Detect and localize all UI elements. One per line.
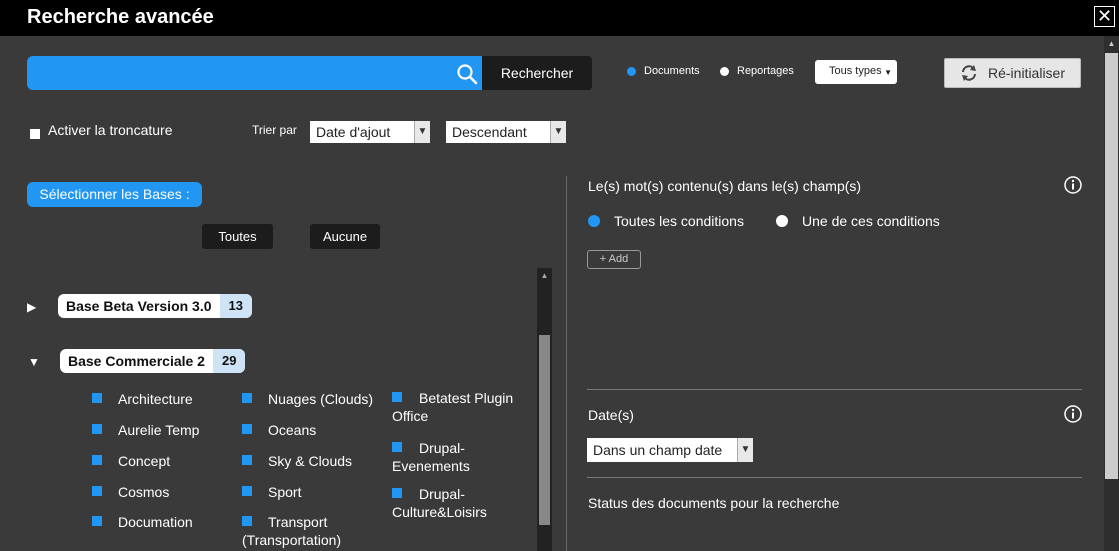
truncation-label: Activer la troncature (48, 122, 173, 138)
bases-header: Sélectionner les Bases : (27, 182, 202, 207)
radio-reportages-label: Reportages (737, 65, 794, 77)
search-button[interactable]: Rechercher (482, 56, 592, 90)
category-item[interactable]: Aurelie Temp (118, 421, 199, 439)
radio-all-conditions[interactable]: Toutes les conditions (588, 213, 744, 229)
radio-reportages[interactable]: Reportages (720, 65, 794, 77)
date-field-value: Dans un champ date (593, 442, 723, 458)
sort-order-select[interactable]: Descendant ▼ (446, 121, 566, 143)
category-square-icon (92, 516, 102, 526)
add-button[interactable]: + Add (587, 250, 641, 269)
category-item[interactable]: Cosmos (118, 483, 169, 501)
radio-dot-selected (588, 215, 600, 227)
divider (587, 477, 1082, 478)
collapse-arrow-icon[interactable]: ▼ (28, 355, 40, 369)
base-name: Base Commerciale 2 (68, 353, 205, 369)
type-select-value: Tous types (829, 65, 882, 77)
fields-title: Le(s) mot(s) contenu(s) dans le(s) champ… (588, 178, 862, 194)
info-icon[interactable] (1064, 405, 1082, 423)
category-item[interactable]: Drupal-Culture&Loisirs (392, 485, 502, 521)
search-box (27, 56, 482, 90)
category-item[interactable]: Drupal-Evenements (392, 439, 492, 475)
reset-button[interactable]: Ré-initialiser (944, 58, 1081, 88)
sort-label: Trier par (252, 123, 297, 137)
panel-divider (566, 176, 567, 551)
chevron-down-icon: ▼ (550, 121, 566, 143)
dialog-title: Recherche avancée (27, 6, 214, 28)
dates-title: Date(s) (588, 407, 634, 423)
scrollbar-thumb[interactable] (539, 335, 550, 525)
category-item[interactable]: Transport (Transportation) (242, 513, 372, 549)
divider (587, 389, 1082, 390)
category-item[interactable]: Concept (118, 452, 170, 470)
radio-any-condition-label: Une de ces conditions (802, 213, 940, 229)
info-icon[interactable] (1064, 176, 1082, 194)
category-square-icon (92, 393, 102, 403)
category-square-icon (242, 424, 252, 434)
category-square-icon (92, 424, 102, 434)
select-none-button[interactable]: Aucune (310, 224, 380, 249)
category-item[interactable]: Sport (268, 483, 301, 501)
close-icon: ✕ (1096, 6, 1113, 26)
category-item[interactable]: Nuages (Clouds) (268, 390, 373, 408)
category-item[interactable]: Betatest Plugin Office (392, 389, 527, 425)
radio-documents[interactable]: Documents (627, 65, 700, 77)
base-name: Base Beta Version 3.0 (66, 298, 212, 314)
category-item[interactable]: Documation (118, 513, 193, 531)
close-button[interactable]: ✕ (1094, 6, 1115, 27)
status-title: Status des documents pour la recherche (588, 495, 840, 511)
base-count: 13 (219, 294, 252, 318)
radio-dot-selected (627, 66, 636, 76)
radio-all-conditions-label: Toutes les conditions (614, 213, 744, 229)
category-square-icon (242, 486, 252, 496)
radio-dot (720, 66, 729, 76)
category-square-icon (242, 455, 252, 465)
scroll-up-icon[interactable]: ▲ (537, 268, 552, 283)
sort-field-select[interactable]: Date d'ajout ▼ (310, 121, 430, 143)
reset-label: Ré-initialiser (987, 65, 1066, 81)
sort-order-value: Descendant (452, 124, 527, 140)
select-all-button[interactable]: Toutes (202, 224, 273, 249)
expand-arrow-icon[interactable]: ▶ (27, 300, 36, 314)
scroll-up-icon[interactable]: ▲ (1104, 36, 1119, 51)
search-input[interactable] (35, 60, 445, 86)
sort-field-value: Date d'ajout (316, 124, 391, 140)
scrollbar-thumb[interactable] (1105, 53, 1118, 479)
search-icon[interactable] (456, 63, 478, 85)
type-select[interactable]: Tous types ▼ (815, 60, 897, 84)
truncation-checkbox[interactable] (30, 129, 40, 139)
category-item[interactable]: Sky & Clouds (268, 452, 352, 470)
main-scrollbar[interactable]: ▲ (1104, 36, 1119, 551)
title-bar: Recherche avancée ✕ (0, 0, 1119, 36)
chevron-down-icon: ▼ (884, 68, 892, 77)
radio-dot (776, 215, 788, 227)
bases-scrollbar[interactable]: ▲ (537, 268, 552, 551)
base-item[interactable]: Base Commerciale 2 29 (60, 349, 246, 373)
base-item[interactable]: Base Beta Version 3.0 13 (58, 294, 252, 318)
radio-any-condition[interactable]: Une de ces conditions (776, 213, 940, 229)
base-count: 29 (212, 349, 246, 373)
chevron-down-icon: ▼ (737, 438, 753, 462)
date-field-select[interactable]: Dans un champ date ▼ (587, 438, 753, 462)
radio-documents-label: Documents (644, 65, 700, 77)
category-item[interactable]: Oceans (268, 421, 316, 439)
chevron-down-icon: ▼ (414, 121, 430, 143)
category-square-icon (242, 393, 252, 403)
category-item[interactable]: Architecture (118, 390, 193, 408)
category-square-icon (92, 455, 102, 465)
category-square-icon (92, 486, 102, 496)
refresh-icon (961, 65, 976, 81)
